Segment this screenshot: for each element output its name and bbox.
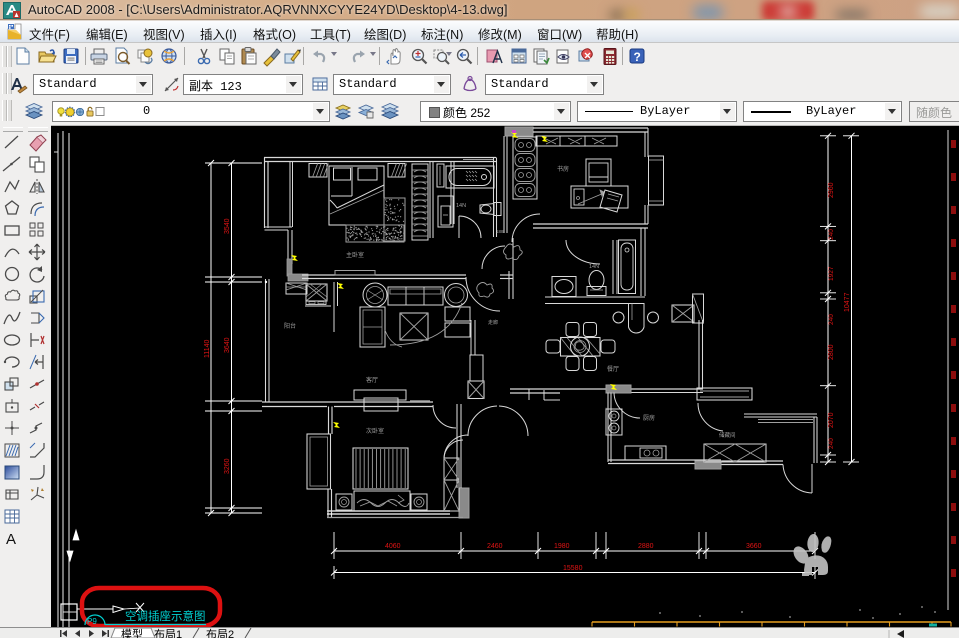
svg-text:3640: 3640: [224, 337, 231, 353]
svg-text:2880: 2880: [638, 543, 654, 550]
svg-text:240: 240: [828, 314, 835, 325]
svg-text:次卧室: 次卧室: [366, 427, 384, 435]
svg-text:P9: P9: [87, 617, 97, 626]
svg-text:14N: 14N: [456, 203, 466, 209]
svg-text:A: A: [6, 531, 16, 548]
svg-text:3660: 3660: [746, 543, 762, 550]
svg-text:3260: 3260: [224, 458, 231, 474]
svg-text:3540: 3540: [224, 218, 231, 234]
svg-text:240: 240: [828, 438, 835, 449]
svg-text:书房: 书房: [557, 165, 569, 173]
svg-text:1980: 1980: [554, 543, 570, 550]
svg-text:10477: 10477: [844, 292, 851, 312]
svg-text:主卧室: 主卧室: [346, 251, 364, 259]
svg-text:4060: 4060: [385, 543, 401, 550]
svg-text:2070: 2070: [828, 412, 835, 428]
svg-text:11140: 11140: [204, 339, 211, 358]
svg-text:客厅: 客厅: [366, 376, 378, 384]
svg-text:15580: 15580: [563, 565, 583, 572]
svg-text:阳台: 阳台: [284, 322, 296, 330]
svg-text:1927: 1927: [828, 266, 835, 281]
svg-text:储藏间: 储藏间: [719, 431, 736, 439]
svg-text:走廊: 走廊: [488, 319, 498, 326]
svg-text:240: 240: [828, 229, 835, 240]
svg-text:?: ?: [634, 50, 641, 64]
svg-text:2460: 2460: [487, 543, 503, 550]
svg-text:厨房: 厨房: [643, 414, 655, 422]
svg-text:餐厅: 餐厅: [607, 365, 619, 373]
svg-text:2960: 2960: [828, 182, 835, 198]
svg-text:2800: 2800: [828, 344, 835, 360]
svg-text:空调插座示意图: 空调插座示意图: [125, 609, 206, 623]
svg-text:188: 188: [496, 229, 504, 234]
svg-text:14N: 14N: [589, 264, 599, 270]
